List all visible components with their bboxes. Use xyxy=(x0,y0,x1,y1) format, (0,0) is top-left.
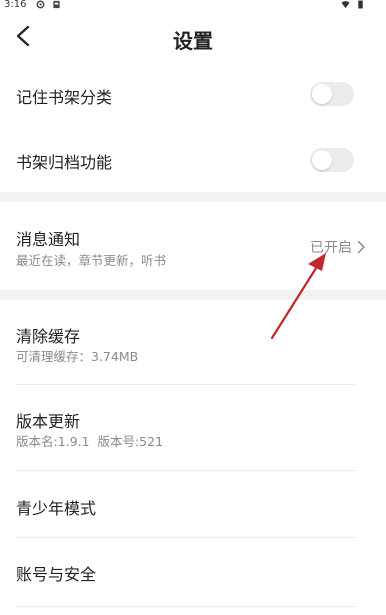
setting-label: 版本更新 xyxy=(16,412,81,431)
setting-version-update[interactable]: 版本更新 版本名:1.9.1 版本号:521 xyxy=(0,385,386,470)
setting-subtitle: 可清理缓存：3.74MB xyxy=(16,349,139,364)
setting-clear-cache[interactable]: 清除缓存 可清理缓存：3.74MB xyxy=(0,300,386,384)
setting-remember-shelf-category: 记住书架分类 xyxy=(0,62,386,128)
setting-shelf-archive: 书架归档功能 xyxy=(0,128,386,192)
wifi-icon xyxy=(341,1,350,9)
status-bar: 3:16 xyxy=(0,0,386,12)
setting-account-security[interactable]: 账号与安全 xyxy=(0,538,386,606)
toggle-knob xyxy=(312,84,332,104)
shelf-archive-toggle[interactable] xyxy=(310,148,354,172)
section-gap xyxy=(0,192,386,202)
header: 设置 xyxy=(0,12,386,62)
setting-teen-mode[interactable]: 青少年模式 xyxy=(0,471,386,537)
setting-label: 消息通知 xyxy=(16,230,81,249)
notification-app-icon xyxy=(53,0,60,9)
notifications-status: 已开启 xyxy=(310,240,352,256)
setting-label: 青少年模式 xyxy=(16,499,97,518)
toggle-knob xyxy=(312,150,332,170)
chevron-right-icon xyxy=(357,240,365,254)
setting-subtitle: 版本名:1.9.1 版本号:521 xyxy=(16,434,164,449)
setting-label: 书架归档功能 xyxy=(16,153,113,172)
settings-gear-icon xyxy=(36,0,45,9)
setting-label: 清除缓存 xyxy=(16,327,81,346)
setting-label: 记住书架分类 xyxy=(16,88,113,107)
setting-subtitle: 最近在读，章节更新，听书 xyxy=(16,253,167,268)
section-gap xyxy=(0,290,386,300)
setting-notifications[interactable]: 消息通知 最近在读，章节更新，听书 已开启 xyxy=(0,202,386,290)
remember-shelf-toggle[interactable] xyxy=(310,82,354,106)
setting-label: 账号与安全 xyxy=(16,565,97,584)
page-title: 设置 xyxy=(173,29,213,53)
battery-icon xyxy=(358,0,363,9)
divider xyxy=(16,606,356,607)
status-time: 3:16 xyxy=(4,0,27,10)
